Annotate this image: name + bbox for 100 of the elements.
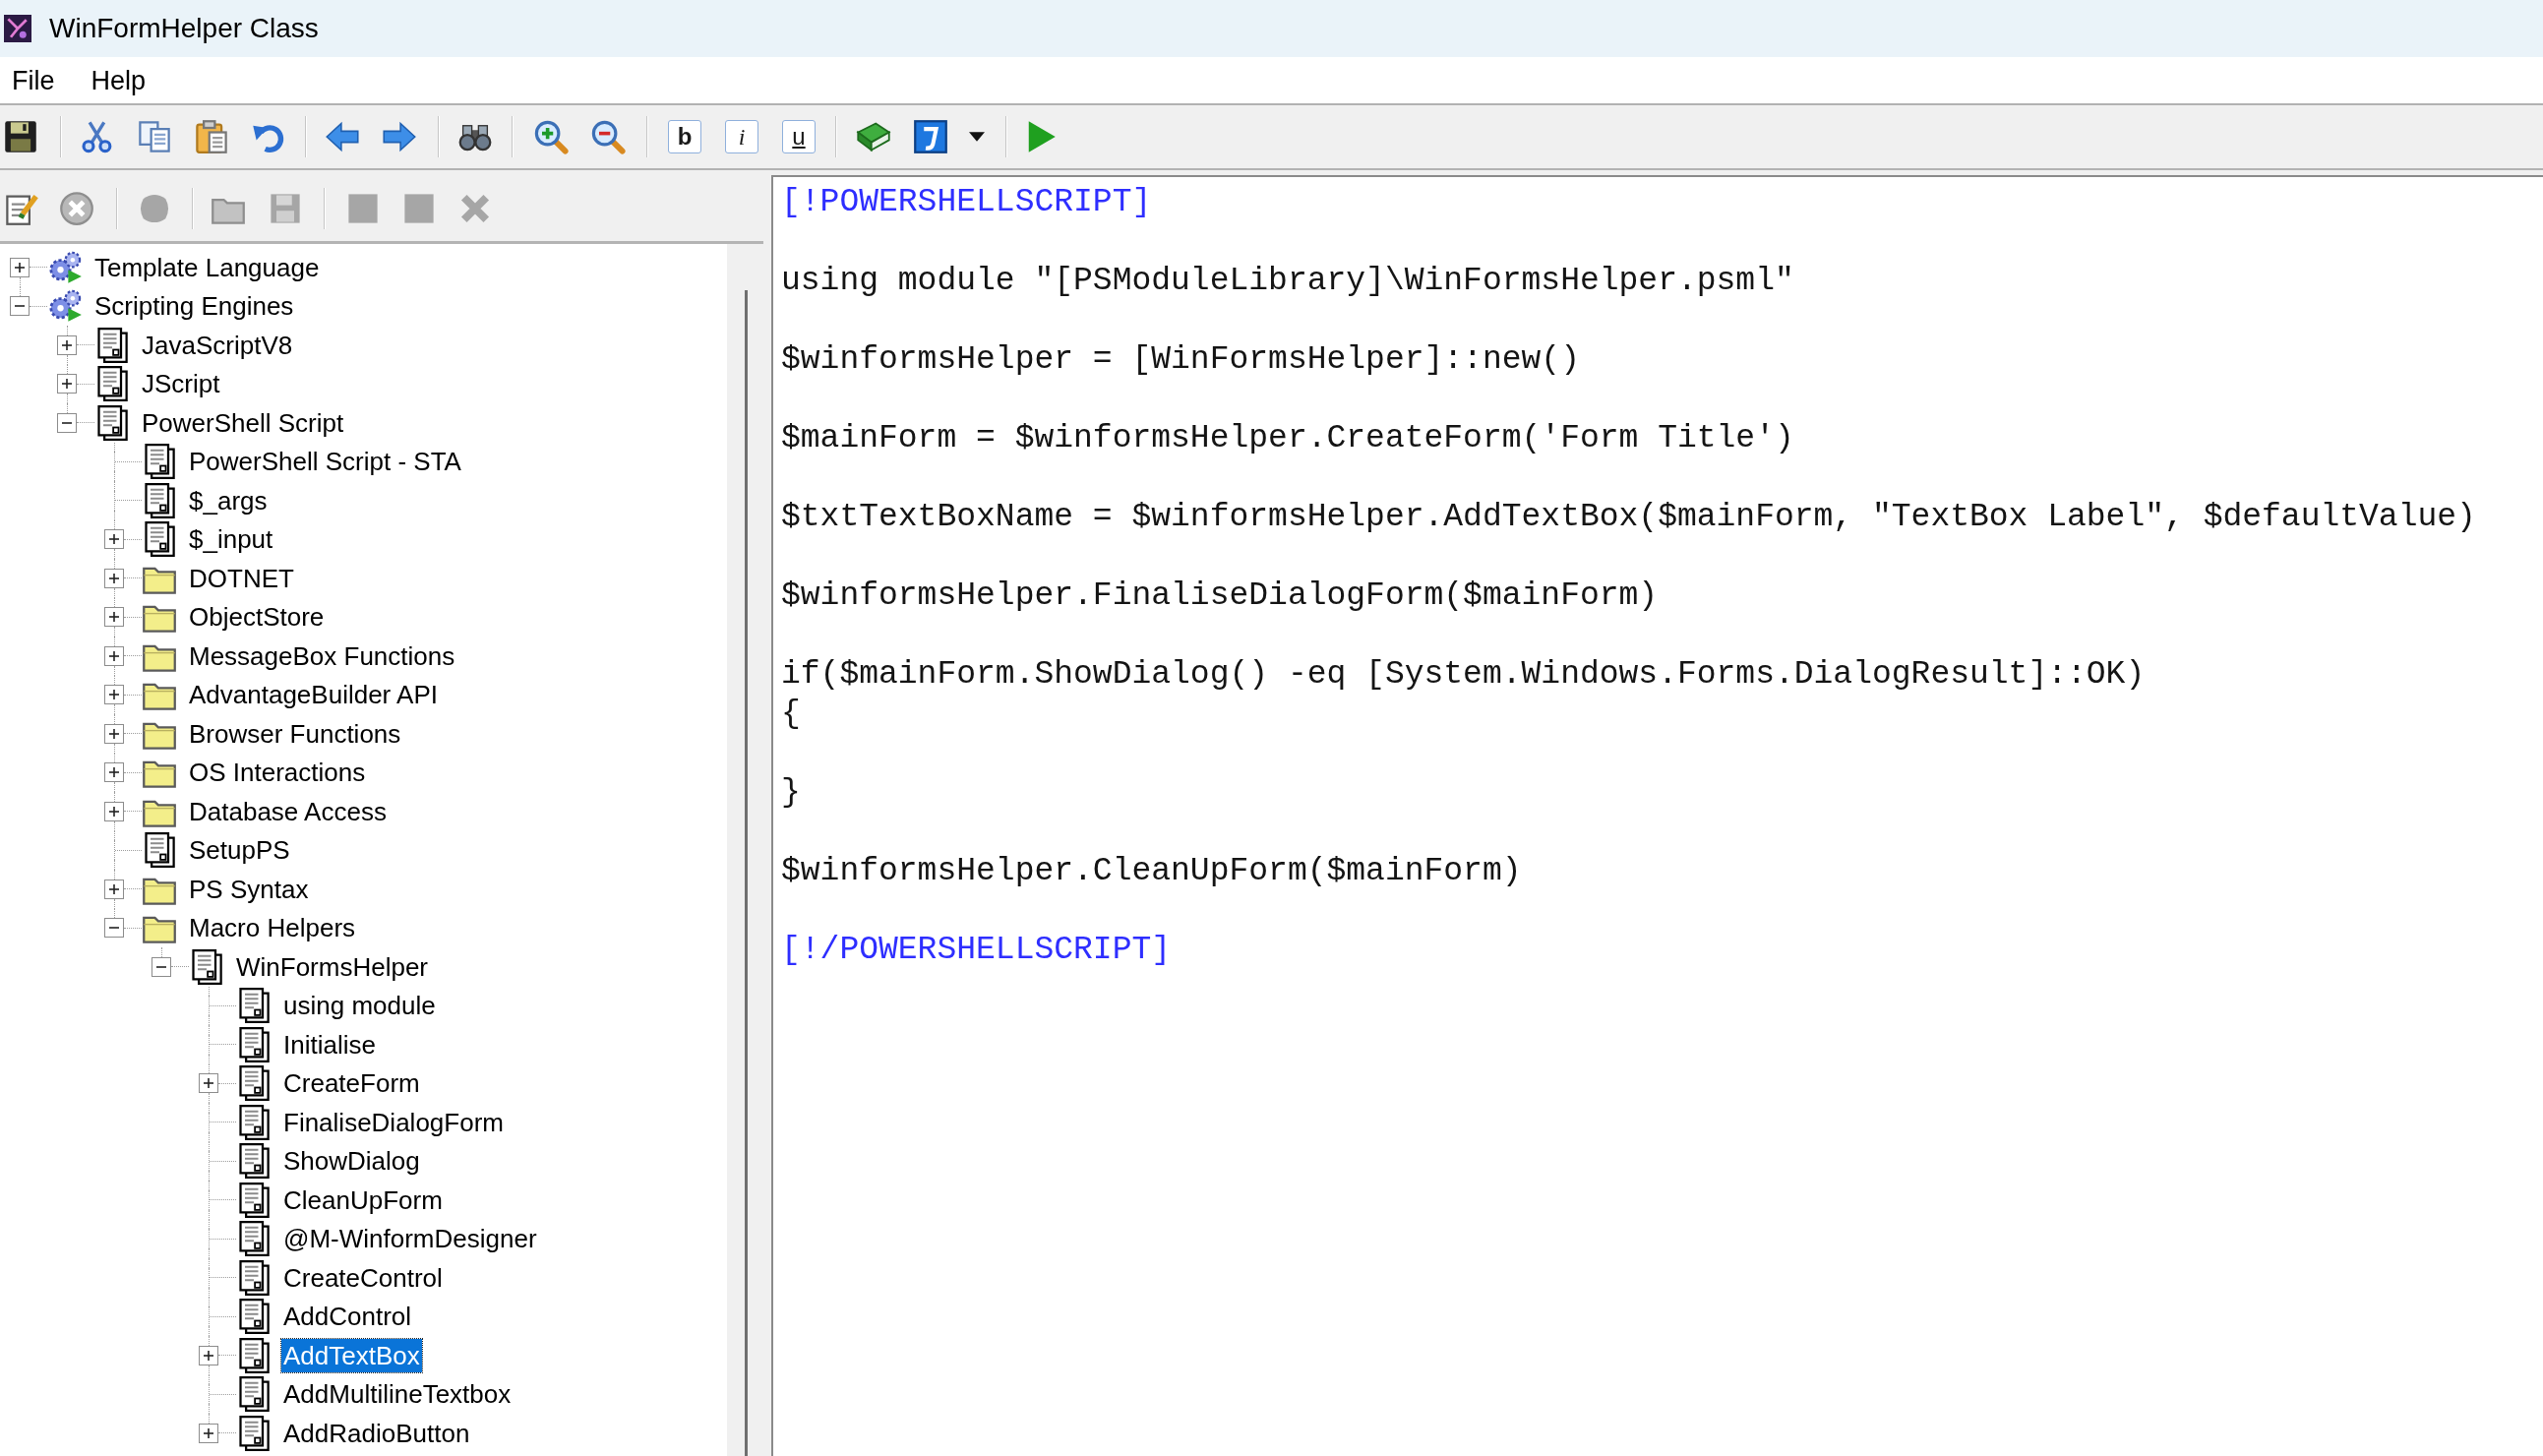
plus-box-icon[interactable] — [199, 1423, 218, 1443]
tree-item[interactable]: Database Access — [187, 794, 389, 828]
plus-box-icon[interactable] — [104, 879, 124, 899]
tag-line: [!/POWERSHELLSCRIPT] — [781, 931, 1172, 970]
minus-box-icon[interactable] — [57, 412, 77, 433]
code-line: $txtTextBoxName = $winformsHelper.AddTextBox($mainForm, "TextBox Label", $defaultValue) — [781, 498, 2476, 537]
plus-box-icon[interactable] — [57, 374, 77, 394]
tree-item[interactable]: using module — [281, 989, 438, 1023]
tree-item[interactable]: AddTextBox — [281, 1338, 422, 1372]
tree-item[interactable]: AddControl — [281, 1300, 414, 1334]
tree-item[interactable]: Macro Helpers — [187, 911, 358, 945]
code-line: { — [781, 695, 801, 734]
plus-box-icon[interactable] — [104, 607, 124, 628]
document-icon — [236, 1259, 272, 1296]
tree-item[interactable]: $_args — [187, 483, 270, 517]
tree-item[interactable]: CreateControl — [281, 1260, 445, 1295]
tree-item[interactable]: Template Language — [92, 250, 322, 284]
clipboard-icon — [194, 119, 229, 154]
plus-box-icon[interactable] — [57, 334, 77, 355]
underline-button[interactable]: u — [782, 120, 816, 153]
tree-item[interactable]: CreateForm — [281, 1066, 422, 1101]
plus-box-icon[interactable] — [104, 801, 124, 821]
tile-icon — [913, 119, 948, 154]
tree-item[interactable]: OS Interactions — [187, 756, 368, 790]
plus-box-icon[interactable] — [104, 529, 124, 550]
right-arrow-icon — [382, 119, 417, 154]
minus-box-icon[interactable] — [151, 956, 171, 977]
zoom-out-icon — [590, 119, 626, 154]
copy-icon — [137, 119, 172, 154]
tree-item[interactable]: $_input — [187, 522, 275, 557]
document-icon — [142, 832, 177, 869]
code-line: $winformsHelper = [WinFormsHelper]::new() — [781, 340, 1580, 380]
tree-item[interactable]: DOTNET — [187, 561, 296, 595]
bold-button[interactable]: b — [668, 120, 701, 153]
circle-x-icon — [59, 190, 94, 226]
document-icon — [94, 366, 130, 402]
code-line: } — [781, 773, 801, 813]
document-icon — [236, 1337, 272, 1373]
minus-box-icon[interactable] — [104, 918, 124, 939]
tree-item[interactable]: AddMultilineTextbox — [281, 1377, 514, 1412]
tree-item[interactable]: Browser Functions — [187, 716, 403, 751]
plus-box-icon[interactable] — [10, 257, 30, 277]
code-line: $winformsHelper.FinaliseDialogForm($mainForm) — [781, 576, 1659, 616]
document-icon — [236, 1376, 272, 1413]
gears-icon — [47, 288, 83, 325]
tree-item[interactable]: JavaScriptV8 — [140, 328, 295, 362]
menu-item[interactable]: File — [12, 63, 55, 97]
app-icon — [4, 15, 31, 42]
document-icon — [236, 988, 272, 1024]
menu-item[interactable]: Help — [91, 63, 147, 97]
tree-item[interactable]: ObjectStore — [187, 600, 327, 635]
scrollbar-thumb[interactable] — [745, 290, 748, 1456]
tree-item[interactable]: Initialise — [281, 1027, 378, 1062]
document-icon — [236, 1221, 272, 1257]
tree-item[interactable]: @M-WinformDesigner — [281, 1222, 539, 1256]
tree-item[interactable]: ShowDialog — [281, 1144, 422, 1179]
plus-box-icon[interactable] — [104, 645, 124, 666]
document-icon — [236, 1182, 272, 1218]
code-editor[interactable] — [771, 175, 2543, 1456]
plus-box-icon[interactable] — [199, 1073, 218, 1094]
plus-box-icon[interactable] — [104, 723, 124, 744]
code-line: if($mainForm.ShowDialog() -eq [System.Windows.Forms.DialogResult]::OK) — [781, 655, 2146, 695]
tree-item[interactable]: MessageBox Functions — [187, 638, 457, 673]
minus-box-icon[interactable] — [10, 296, 30, 317]
document-icon — [142, 521, 177, 558]
plus-box-icon[interactable] — [104, 762, 124, 783]
document-icon — [236, 1299, 272, 1335]
document-icon — [94, 404, 130, 441]
tree-item[interactable]: SetupPS — [187, 833, 292, 868]
gears-icon — [47, 249, 83, 285]
plus-box-icon[interactable] — [199, 1345, 218, 1365]
tree-item[interactable]: FinaliseDialogForm — [281, 1105, 506, 1139]
document-icon — [236, 1415, 272, 1451]
tree-item[interactable]: AdvantageBuilder API — [187, 678, 440, 712]
window-title: WinFormHelper Class — [49, 12, 319, 45]
tree-item[interactable]: WinFormsHelper — [234, 949, 431, 984]
tree-item[interactable]: JScript — [140, 367, 222, 401]
document-icon — [142, 444, 177, 480]
document-icon — [236, 1026, 272, 1062]
code-line: $mainForm = $winformsHelper.CreateForm('Form Title') — [781, 419, 1794, 458]
tree-item[interactable]: Scripting Engines — [92, 289, 296, 324]
caret-icon — [969, 132, 985, 142]
tree-item[interactable]: PowerShell Script - STA — [187, 445, 463, 479]
tree-item[interactable]: AddRadioButton — [281, 1416, 472, 1450]
code-line: using module "[PSModuleLibrary]\WinFormsHelper.psml" — [781, 262, 1794, 301]
document-icon — [189, 948, 224, 985]
document-icon — [236, 1065, 272, 1102]
tree-item[interactable]: PowerShell Script — [140, 405, 346, 440]
tag-line: [!POWERSHELLSCRIPT] — [781, 183, 1152, 222]
italic-button[interactable]: i — [725, 120, 758, 153]
tree-item[interactable]: PS Syntax — [187, 872, 311, 906]
document-icon — [142, 482, 177, 518]
tree-item[interactable]: CleanUpForm — [281, 1183, 445, 1217]
left-arrow-icon — [325, 119, 360, 154]
code-line: $winformsHelper.CleanUpForm($mainForm) — [781, 852, 1522, 891]
document-icon — [236, 1104, 272, 1140]
zoom-in-icon — [533, 119, 569, 154]
plus-box-icon[interactable] — [104, 568, 124, 588]
plus-box-icon[interactable] — [104, 685, 124, 705]
save-icon — [3, 119, 38, 154]
